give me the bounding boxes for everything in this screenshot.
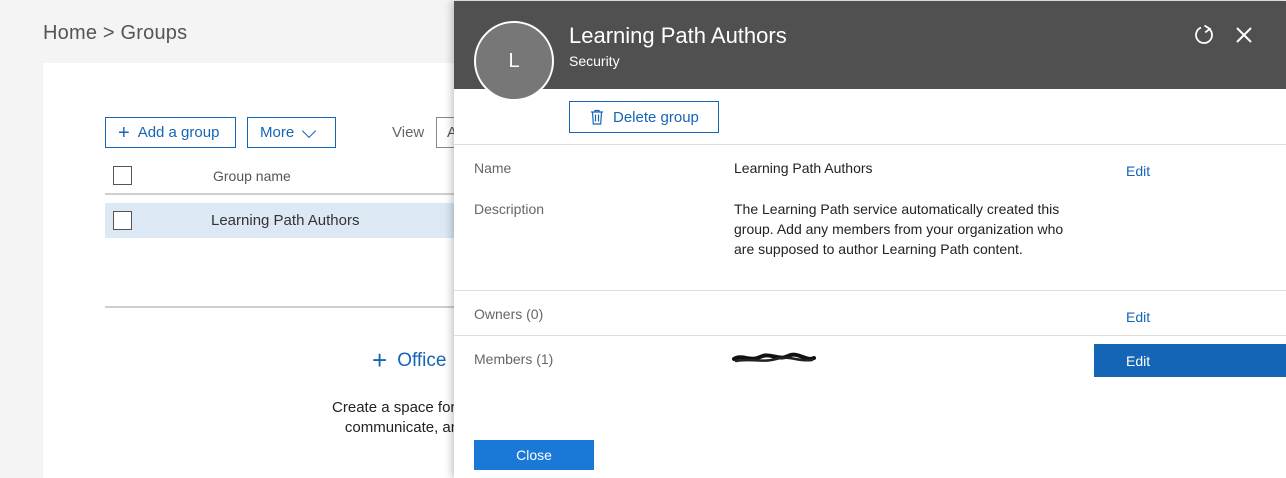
close-icon[interactable]	[1232, 23, 1256, 47]
edit-name-link[interactable]: Edit	[1126, 163, 1150, 179]
plus-icon: +	[372, 345, 388, 375]
row-checkbox[interactable]	[113, 211, 132, 230]
add-group-label: Add a group	[137, 124, 220, 141]
more-button[interactable]: More	[247, 117, 336, 148]
close-button[interactable]: Close	[474, 440, 594, 470]
office-link-label: Office	[397, 350, 447, 371]
avatar: L	[474, 21, 554, 101]
edit-members-button[interactable]: Edit	[1094, 344, 1286, 377]
delete-group-button[interactable]: Delete group	[569, 101, 719, 133]
select-all-checkbox[interactable]	[113, 166, 132, 185]
panel-title: Learning Path Authors	[569, 23, 787, 48]
chevron-down-icon	[302, 123, 317, 138]
divider	[454, 335, 1286, 336]
name-value: Learning Path Authors	[734, 160, 873, 176]
edit-owners-link[interactable]: Edit	[1126, 309, 1150, 325]
group-details-panel: L Learning Path Authors Security Delete …	[454, 1, 1286, 478]
name-label: Name	[474, 160, 512, 176]
panel-subtitle: Security	[569, 53, 620, 69]
list-divider	[105, 306, 475, 308]
owners-label: Owners (0)	[474, 306, 544, 322]
delete-group-label: Delete group	[613, 108, 699, 126]
divider	[454, 144, 1286, 145]
plus-icon: +	[118, 121, 130, 144]
add-group-button[interactable]: + Add a group	[105, 117, 236, 148]
refresh-icon[interactable]	[1192, 23, 1216, 47]
trash-icon	[591, 109, 603, 125]
header-divider	[105, 193, 475, 195]
row-group-name[interactable]: Learning Path Authors	[211, 212, 359, 229]
view-label: View	[392, 124, 425, 141]
description-label: Description	[474, 201, 545, 217]
redacted-member-name	[732, 351, 816, 365]
more-label: More	[260, 124, 295, 141]
column-header-group-name[interactable]: Group name	[213, 168, 291, 184]
office-group-link[interactable]: + Office	[372, 345, 446, 376]
breadcrumb: Home > Groups	[43, 22, 188, 44]
description-value: The Learning Path service automatically …	[734, 201, 1064, 257]
members-label: Members (1)	[474, 351, 554, 367]
divider	[454, 290, 1286, 291]
